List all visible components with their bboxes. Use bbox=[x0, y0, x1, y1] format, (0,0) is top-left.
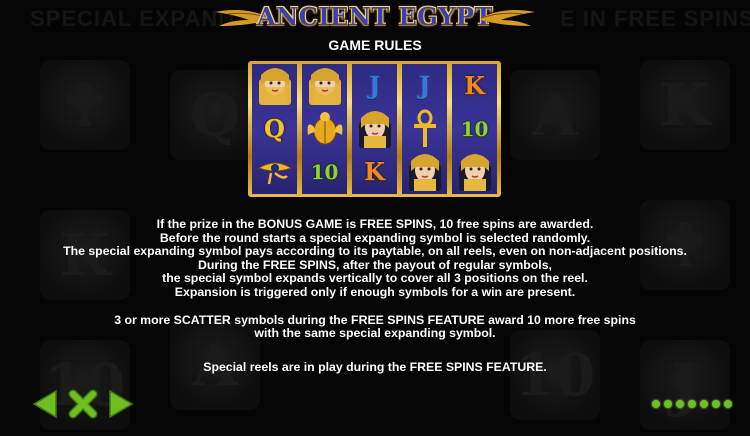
rules-navigation bbox=[30, 388, 140, 422]
symbol-j: J bbox=[418, 71, 431, 100]
page-dot[interactable] bbox=[712, 400, 720, 408]
page-dot[interactable] bbox=[652, 400, 660, 408]
rules-line: Expansion is triggered only if enough sy… bbox=[174, 284, 576, 299]
wing-right-icon bbox=[481, 10, 535, 26]
rules-line: If the prize in the BONUS GAME is FREE S… bbox=[156, 217, 594, 231]
pharaoh-queen-icon bbox=[452, 150, 497, 193]
symbol-q: Q bbox=[264, 114, 285, 143]
arrow-right-icon[interactable] bbox=[106, 388, 136, 420]
symbol-10: 10 bbox=[310, 159, 339, 184]
reel-3: J K bbox=[352, 64, 397, 194]
page-indicator bbox=[652, 400, 732, 408]
scarab-icon bbox=[302, 107, 347, 150]
rules-line: the special symbol expands vertically to… bbox=[162, 271, 588, 286]
rules-line: During the FREE SPINS, after the payout … bbox=[198, 257, 552, 272]
pharaoh-queen-icon bbox=[402, 150, 447, 193]
pharaoh-queen-icon bbox=[352, 107, 397, 150]
background-text-left: SPECIAL EXPAND bbox=[30, 6, 236, 31]
rules-line: with the same special expanding symbol. bbox=[254, 326, 496, 341]
pharaoh-queen-icon bbox=[252, 64, 297, 107]
ankh-icon bbox=[402, 107, 447, 150]
symbol-j: J bbox=[368, 71, 381, 100]
rules-line: 3 or more SCATTER symbols during the FRE… bbox=[114, 312, 636, 327]
rules-line: The special expanding symbol pays accord… bbox=[63, 244, 687, 259]
game-logo: ANCIENT EGYPT bbox=[215, 0, 535, 36]
page-dot[interactable] bbox=[688, 400, 696, 408]
reels-illustration: Q 10 J K J K 10 bbox=[248, 61, 501, 197]
reel-5: K 10 bbox=[452, 64, 497, 194]
page-dot[interactable] bbox=[664, 400, 672, 408]
pharaoh-queen-icon bbox=[302, 64, 347, 107]
reel-4: J bbox=[402, 64, 447, 194]
page-dot[interactable] bbox=[724, 400, 732, 408]
page-dot[interactable] bbox=[676, 400, 684, 408]
rules-text: If the prize in the BONUS GAME is FREE S… bbox=[0, 217, 750, 374]
arrow-left-icon[interactable] bbox=[30, 388, 60, 420]
eye-of-horus-icon bbox=[252, 150, 297, 193]
reel-1: Q bbox=[252, 64, 297, 194]
close-icon[interactable] bbox=[68, 388, 98, 420]
reel-2: 10 bbox=[302, 64, 347, 194]
rules-line: Special reels are in play during the FRE… bbox=[203, 359, 547, 374]
symbol-k: K bbox=[464, 71, 485, 100]
symbol-10: 10 bbox=[460, 116, 489, 141]
rules-line: Before the round starts a special expand… bbox=[159, 230, 591, 245]
background-text-right: E IN FREE SPINS bbox=[560, 6, 750, 31]
page-title: GAME RULES bbox=[328, 37, 422, 53]
page-dot[interactable] bbox=[700, 400, 708, 408]
symbol-k: K bbox=[364, 157, 385, 186]
